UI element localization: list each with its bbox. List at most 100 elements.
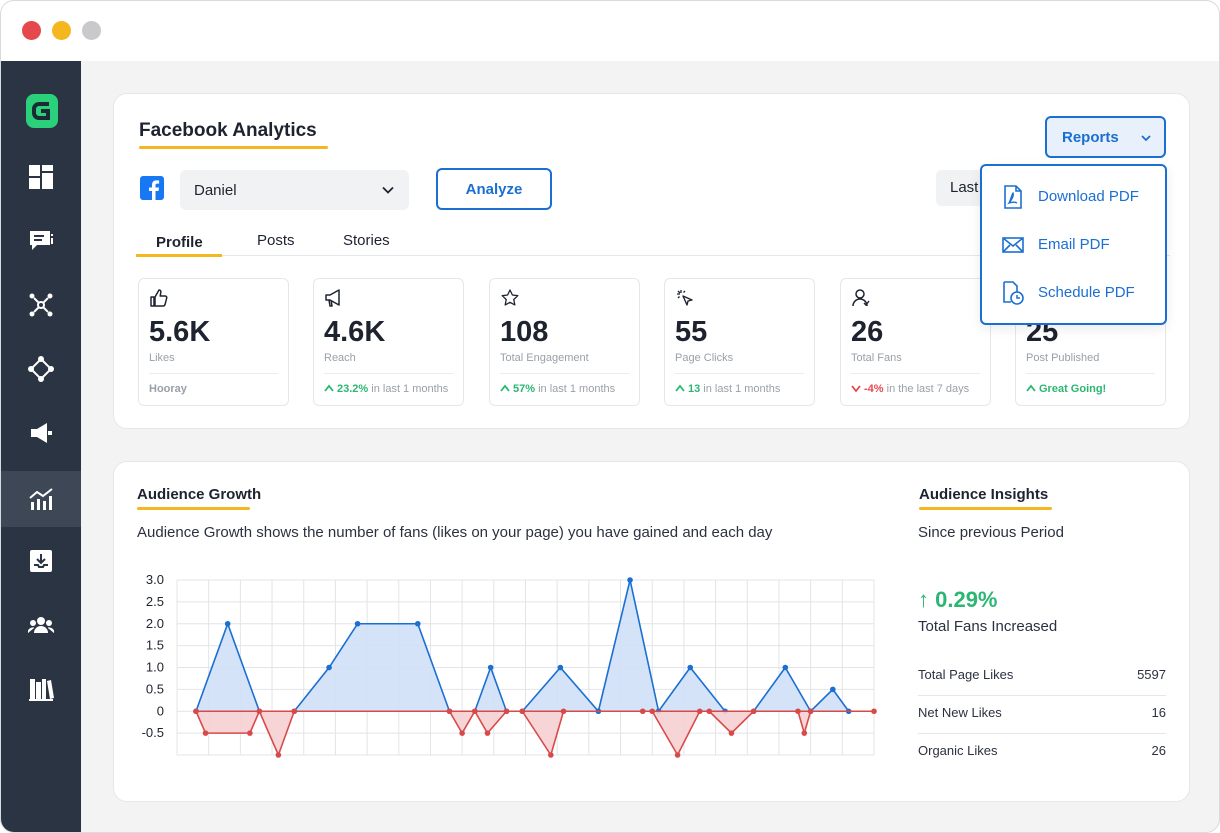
stat-footer: 13 in last 1 months [675,383,780,395]
team-icon [28,617,54,634]
data-point [326,664,332,671]
maximize-window-button[interactable] [82,21,101,40]
minimize-window-button[interactable] [52,21,71,40]
nav-campaigns[interactable] [1,405,81,461]
download-tray-icon [30,550,52,572]
audience-growth-description: Audience Growth shows the number of fans… [137,524,773,541]
stat-change-text: in the last 7 days [883,383,970,395]
insight-value: 5597 [1137,667,1166,682]
data-point [459,730,465,736]
insights-subtitle: Since previous Period [918,524,1064,541]
y-tick-label: 2.0 [146,616,164,631]
y-tick-label: 0.5 [146,681,164,696]
y-tick-label: 1.0 [146,660,164,675]
chat-icon [30,231,53,250]
data-point [224,620,231,627]
stat-label: Likes [149,352,175,364]
nav-dashboard[interactable] [1,149,81,205]
nav-team[interactable] [1,597,81,653]
y-tick-label: 3.0 [146,572,164,587]
menu-item-email-pdf[interactable]: Email PDF [982,223,1165,267]
stat-card-reach: 4.6K Reach 23.2% in last 1 months [313,278,464,406]
nav-inbox[interactable] [1,533,81,589]
insight-label: Total Page Likes [918,667,1014,682]
nav-messages[interactable] [1,213,81,269]
stat-change-text: in last 1 months [535,383,616,395]
title-underline [137,507,250,510]
menu-item-label: Email PDF [1038,236,1110,253]
fans-change-label: Total Fans Increased [918,618,1058,635]
data-point [830,686,836,693]
brand-logo-icon[interactable] [25,93,59,129]
insight-row-organic-likes: Organic Likes 26 [918,743,1166,781]
stat-label: Total Fans [851,352,902,364]
insight-label: Net New Likes [918,705,1002,720]
stat-footer: 57% in last 1 months [500,383,615,395]
stat-divider [675,373,804,374]
stat-card-total-fans: 26 Total Fans -4% in the last 7 days [840,278,991,406]
pdf-file-icon [1004,185,1022,209]
stat-change-value: 57% [513,383,536,395]
reports-dropdown-menu: Download PDF Email PDF Schedule PDF [980,164,1167,325]
stat-label: Post Published [1026,352,1100,364]
nav-analytics[interactable] [1,471,81,527]
data-point [674,752,681,758]
insight-value: 26 [1151,743,1166,758]
library-books-icon [29,679,54,701]
audience-growth-chart: 3.0 2.5 2.0 1.5 1.0 0.5 0 -0.5 [142,572,877,758]
tab-posts[interactable]: Posts [257,232,295,256]
account-select-value: Daniel [194,182,237,199]
nav-network[interactable] [1,277,81,333]
y-tick-label: 1.5 [146,638,164,653]
stat-value: 5.6K [149,316,211,348]
reports-label: Reports [1062,129,1119,146]
tab-stories[interactable]: Stories [343,232,390,256]
stat-footer: -4% in the last 7 days [851,383,969,395]
close-window-button[interactable] [22,21,41,40]
stat-divider [500,373,629,374]
analyze-button[interactable]: Analyze [436,168,552,210]
envelope-icon [1002,237,1024,253]
thumbs-up-icon [150,289,168,307]
stat-label: Total Engagement [500,352,589,364]
menu-item-schedule-pdf[interactable]: Schedule PDF [982,271,1165,315]
stat-divider [324,373,453,374]
nav-library[interactable] [1,661,81,717]
nav-connections[interactable] [1,341,81,397]
data-point [202,730,209,736]
data-point [801,730,808,736]
stat-change-text: in last 1 months [700,383,781,395]
data-point [687,664,694,671]
window-titlebar [1,1,1219,61]
account-select[interactable]: Daniel [180,170,409,210]
stat-value: 26 [851,316,884,348]
reports-button[interactable]: Reports [1045,116,1166,158]
stat-card-likes: 5.6K Likes Hooray [138,278,289,406]
data-point [627,577,633,583]
star-icon [501,289,519,306]
stat-value: 4.6K [324,316,386,348]
network-icon [29,293,53,317]
schedule-pdf-icon [1003,281,1024,305]
insight-label: Organic Likes [918,743,998,758]
cursor-click-icon [677,290,693,306]
megaphone-icon [31,423,52,443]
stat-divider [851,373,980,374]
facebook-icon [140,176,164,200]
title-underline [919,507,1052,510]
menu-item-download-pdf[interactable]: Download PDF [982,175,1165,219]
data-point [354,620,361,627]
title-underline [139,146,328,149]
stat-label: Page Clicks [675,352,734,364]
audience-card: Audience Growth Audience Growth shows th… [113,461,1190,802]
arrow-up-icon [500,384,510,392]
row-divider [918,695,1166,696]
data-point [484,730,491,736]
sidebar [1,61,81,832]
arrow-down-icon [851,385,861,392]
data-point [414,620,421,627]
megaphone-icon [325,289,340,307]
dashboard-icon [29,165,53,189]
stat-footer: 23.2% in last 1 months [324,383,448,395]
stat-label: Reach [324,352,356,364]
